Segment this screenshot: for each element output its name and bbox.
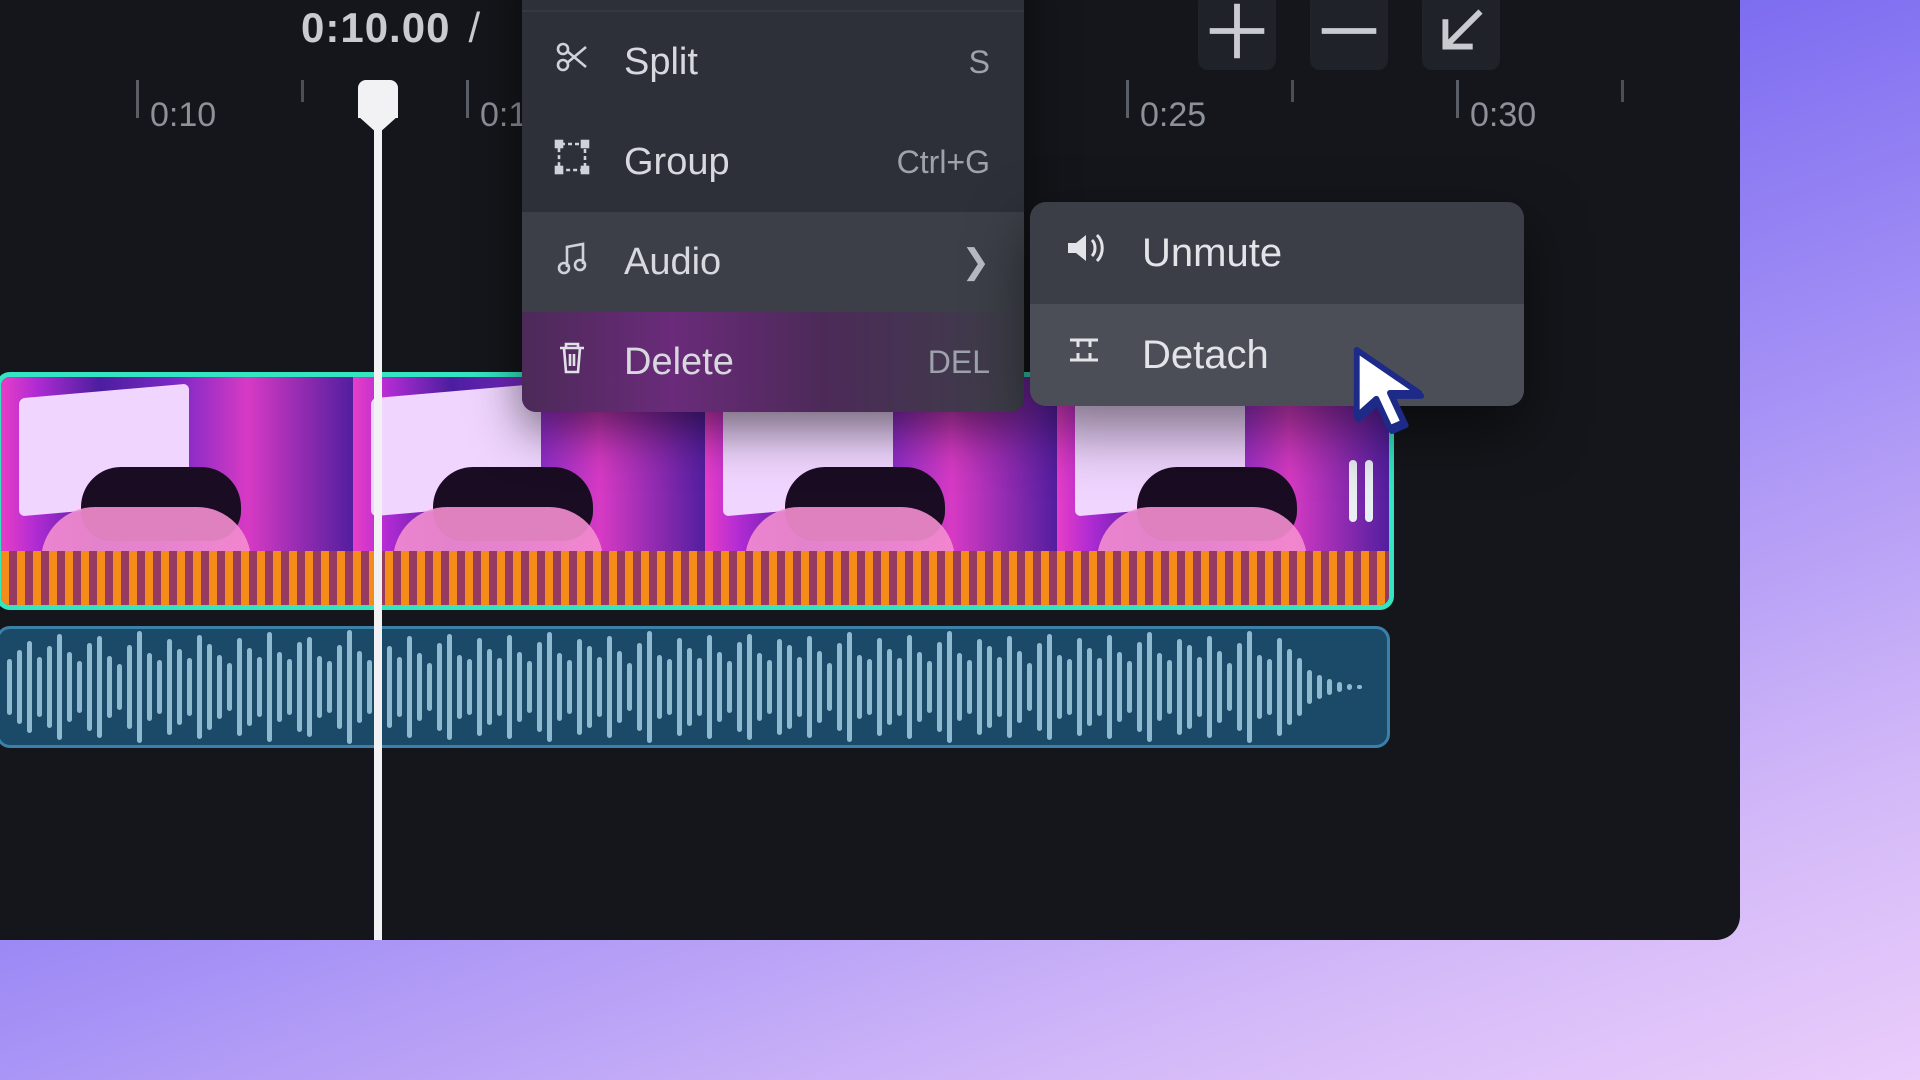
ruler-tick [1126, 80, 1129, 118]
menu-item-label: Delete [624, 341, 896, 384]
clip-thumbnail [1, 377, 353, 605]
audio-waveform [0, 629, 1387, 745]
context-menu[interactable]: PasteCtrl+V Split S Group Ctrl+G Audio ❯ Delete… [522, 0, 1024, 412]
ruler-tick-label: 0:30 [1470, 96, 1536, 135]
timecode-separator: / [468, 4, 481, 51]
minus-icon [1310, 0, 1388, 70]
audio-submenu[interactable]: Unmute Detach [1030, 202, 1524, 406]
fit-icon [1422, 0, 1500, 70]
timecode-current: 0:10.00 [301, 4, 450, 51]
timeline-panel: 0:10.00/ 0:100:150:200:250:30 PasteCtrl+… [0, 0, 1740, 940]
group-icon [552, 137, 592, 187]
detach-icon [1062, 328, 1106, 382]
menu-item-split[interactable]: Split S [522, 12, 1024, 112]
timecode-display: 0:10.00 / [301, 4, 481, 52]
mouse-cursor [1348, 346, 1428, 432]
playhead-handle[interactable] [358, 80, 398, 118]
submenu-item-label: Unmute [1142, 231, 1282, 276]
audio-clip[interactable] [0, 626, 1390, 748]
ruler-tick [1456, 80, 1459, 118]
music-icon [552, 237, 592, 287]
menu-item-delete[interactable]: Delete DEL [522, 312, 1024, 412]
clip-right-handle[interactable] [1341, 445, 1381, 537]
zoom-in-button[interactable] [1198, 0, 1276, 70]
menu-item-label: Group [624, 141, 865, 184]
menu-item-shortcut: DEL [928, 344, 990, 381]
speaker-icon [1062, 226, 1106, 280]
menu-item-label: Split [624, 41, 937, 84]
playhead-line [374, 128, 382, 940]
zoom-out-button[interactable] [1310, 0, 1388, 70]
ruler-tick-minor [1291, 80, 1294, 102]
submenu-item-detach[interactable]: Detach [1030, 304, 1524, 406]
ruler-tick-minor [301, 80, 304, 102]
scissors-icon [552, 37, 592, 87]
submenu-item-unmute[interactable]: Unmute [1030, 202, 1524, 304]
menu-item-shortcut: Ctrl+G [897, 144, 990, 181]
ruler-tick-label: 0:25 [1140, 96, 1206, 135]
menu-item-shortcut: S [969, 44, 990, 81]
chevron-right-icon: ❯ [962, 242, 991, 282]
ruler-tick [466, 80, 469, 118]
ruler-tick [136, 80, 139, 118]
zoom-fit-button[interactable] [1422, 0, 1500, 70]
clip-thumbnail [1057, 377, 1389, 605]
ruler-tick-minor [1621, 80, 1624, 102]
ruler-tick-label: 0:10 [150, 96, 216, 135]
menu-item-label: Audio [624, 241, 930, 284]
menu-item-paste[interactable]: PasteCtrl+V [522, 0, 1024, 12]
trash-icon [552, 337, 592, 387]
menu-item-audio[interactable]: Audio ❯ [522, 212, 1024, 312]
submenu-item-label: Detach [1142, 333, 1269, 378]
menu-item-group[interactable]: Group Ctrl+G [522, 112, 1024, 212]
plus-icon [1198, 0, 1276, 70]
